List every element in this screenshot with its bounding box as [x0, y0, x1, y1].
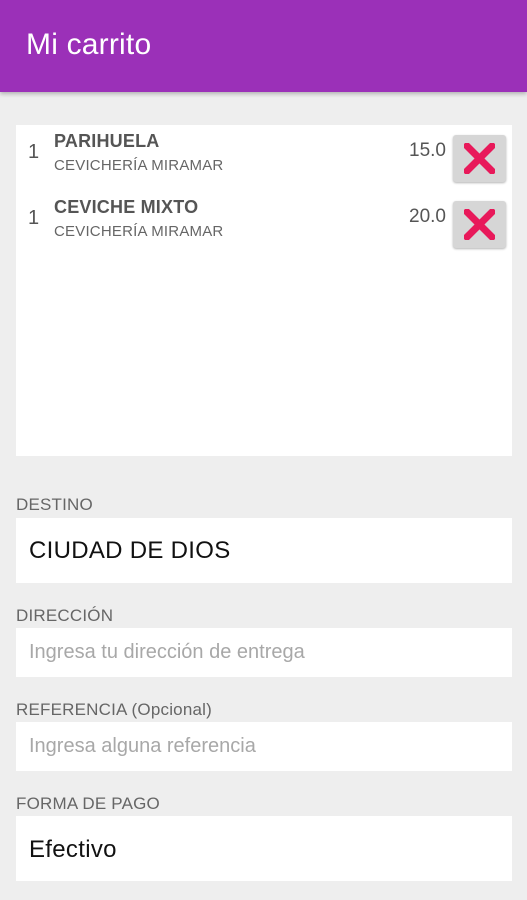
close-icon — [464, 209, 495, 240]
referencia-label: REFERENCIA (Opcional) — [16, 700, 212, 719]
direccion-label: DIRECCIÓN — [16, 606, 114, 625]
item-quantity: 1 — [28, 141, 40, 163]
cart-item: 1 CEVICHE MIXTO CEVICHERÍA MIRAMAR 20.0 — [16, 191, 512, 251]
referencia-input[interactable] — [16, 722, 512, 771]
direccion-field-box — [16, 628, 512, 677]
destino-value: CIUDAD DE DIOS — [29, 537, 231, 564]
pago-selector[interactable]: Efectivo — [16, 816, 512, 881]
remove-item-button[interactable] — [453, 201, 506, 248]
item-name: CEVICHE MIXTO — [54, 197, 199, 217]
remove-item-button[interactable] — [453, 135, 506, 182]
pago-label: FORMA DE PAGO — [16, 794, 160, 813]
item-store: CEVICHERÍA MIRAMAR — [54, 157, 224, 174]
destino-label: DESTINO — [16, 495, 93, 514]
item-price: 20.0 — [409, 206, 446, 227]
close-icon — [464, 143, 495, 174]
direccion-input[interactable] — [16, 628, 512, 677]
pago-value: Efectivo — [29, 836, 117, 863]
item-store: CEVICHERÍA MIRAMAR — [54, 223, 224, 240]
cart-item: 1 PARIHUELA CEVICHERÍA MIRAMAR 15.0 — [16, 125, 512, 185]
item-name: PARIHUELA — [54, 131, 160, 151]
cart-list: 1 PARIHUELA CEVICHERÍA MIRAMAR 15.0 1 CE… — [16, 125, 512, 456]
item-price: 15.0 — [409, 140, 446, 161]
item-quantity: 1 — [28, 207, 40, 229]
destino-selector[interactable]: CIUDAD DE DIOS — [16, 518, 512, 583]
page-title: Mi carrito — [26, 28, 152, 61]
referencia-field-box — [16, 722, 512, 771]
app-bar: Mi carrito — [0, 0, 527, 92]
